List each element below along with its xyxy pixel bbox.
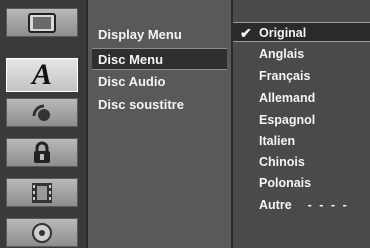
language-icon-tile[interactable]: A — [6, 58, 78, 92]
tv-icon — [28, 12, 56, 33]
audio-icon-tile[interactable] — [6, 98, 78, 127]
option-original[interactable]: ✔ Original — [233, 22, 370, 42]
menu-item-disc-audio[interactable]: Disc Audio — [92, 71, 227, 93]
setup-screen: A Display Menu Disc Menu Disc Audio Disc… — [0, 0, 370, 248]
lock-icon — [34, 141, 50, 163]
menu-item-disc-menu[interactable]: Disc Menu — [92, 48, 227, 70]
option-francais[interactable]: Français — [233, 66, 370, 86]
option-autre[interactable]: Autre - - - - — [233, 195, 370, 215]
option-chinois[interactable]: Chinois — [233, 152, 370, 172]
category-icon-column: A — [0, 0, 86, 248]
option-label: Autre — [259, 198, 292, 212]
checkmark-icon: ✔ — [240, 25, 252, 41]
option-anglais[interactable]: Anglais — [233, 44, 370, 64]
language-icon: A — [31, 58, 52, 91]
audio-icon — [32, 104, 50, 121]
menu-item-display-menu[interactable]: Display Menu — [92, 24, 227, 46]
film-icon — [32, 182, 52, 203]
lock-icon-tile[interactable] — [6, 138, 78, 167]
language-code-field[interactable]: - - - - — [308, 198, 349, 212]
option-label: Original — [259, 26, 307, 40]
menu-item-disc-subtitle[interactable]: Disc soustitre — [92, 94, 227, 116]
option-italien[interactable]: Italien — [233, 131, 370, 151]
tv-icon-tile[interactable] — [6, 8, 78, 37]
language-options-column: ✔ Original Anglais Français Allemand Esp… — [233, 0, 370, 248]
setup-menu-column: Display Menu Disc Menu Disc Audio Disc s… — [88, 0, 231, 248]
option-espagnol[interactable]: Espagnol — [233, 110, 370, 130]
option-allemand[interactable]: Allemand — [233, 88, 370, 108]
option-polonais[interactable]: Polonais — [233, 173, 370, 193]
disc-icon-tile[interactable] — [6, 218, 78, 247]
disc-icon — [32, 222, 52, 243]
film-icon-tile[interactable] — [6, 178, 78, 207]
